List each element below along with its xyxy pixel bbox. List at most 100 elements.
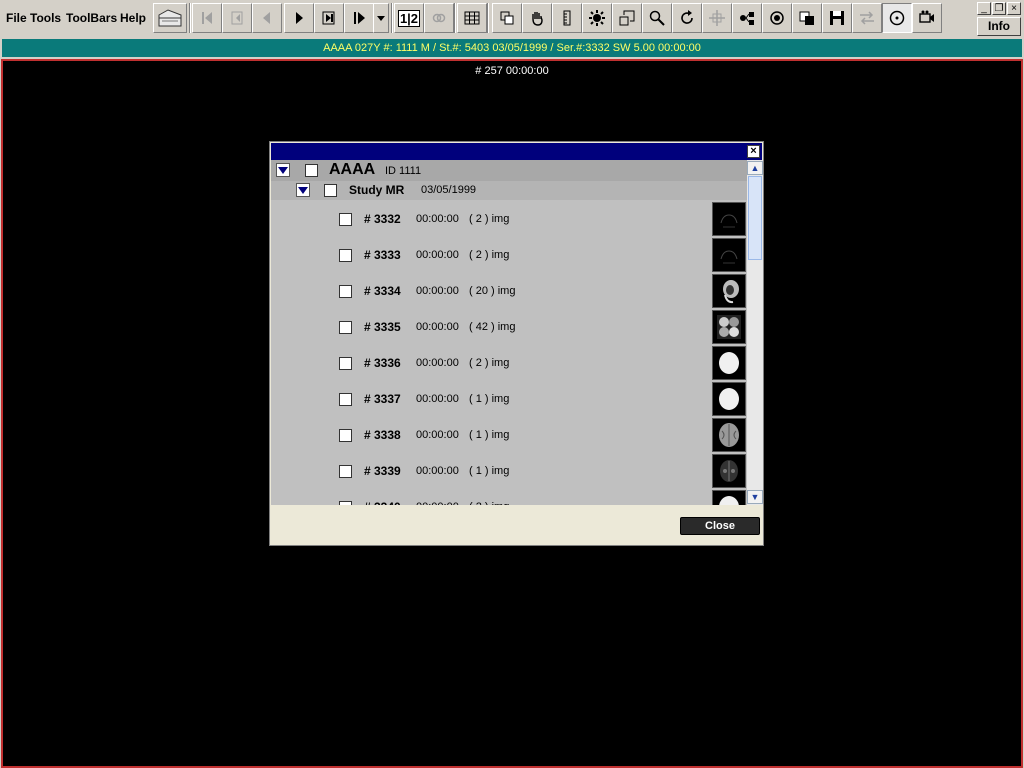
copy-button[interactable] [792, 3, 822, 33]
series-checkbox[interactable] [339, 213, 352, 226]
series-tree: AAAA ID 1111 Study MR 03/05/1999 # 3332 0… [271, 160, 747, 505]
layout-button[interactable]: 1|2 [394, 3, 424, 33]
expand-down-icon [278, 167, 288, 174]
prev-image-icon [263, 12, 270, 24]
link-button[interactable] [424, 3, 454, 33]
series-image-count: ( 42 ) img [469, 321, 516, 333]
series-thumbnail[interactable] [712, 382, 746, 416]
patient-checkbox[interactable] [305, 164, 318, 177]
ruler-button[interactable] [552, 3, 582, 33]
series-time: 00:00:00 [416, 321, 459, 333]
scroll-up-button[interactable]: ▲ [747, 161, 763, 175]
next-image-icon [354, 12, 365, 24]
pan-button[interactable] [522, 3, 552, 33]
next-series-button[interactable] [314, 3, 344, 33]
series-thumbnail[interactable] [712, 202, 746, 236]
video-button[interactable] [912, 3, 942, 33]
menu-toolbar-bar: File Tools ToolBars Help 1|2 _ ❐ × Info [0, 0, 1024, 38]
series-row[interactable]: # 3336 00:00:00 ( 2 ) img [271, 345, 747, 381]
series-row[interactable]: # 3338 00:00:00 ( 1 ) img [271, 417, 747, 453]
series-row[interactable]: # 3333 00:00:00 ( 2 ) img [271, 237, 747, 273]
series-thumbnail[interactable] [712, 274, 746, 308]
close-icon: × [1011, 3, 1017, 14]
patient-name: AAAA [329, 161, 376, 178]
expand-down-icon [298, 187, 308, 194]
prev-image-button[interactable] [252, 3, 282, 33]
series-image-count: ( 2 ) img [469, 501, 509, 505]
resize-button[interactable] [612, 3, 642, 33]
stack-button[interactable] [492, 3, 522, 33]
series-row[interactable]: # 3337 00:00:00 ( 1 ) img [271, 381, 747, 417]
series-thumbnail[interactable] [712, 310, 746, 344]
zoom-button[interactable] [642, 3, 672, 33]
minimize-button[interactable]: _ [977, 2, 991, 15]
target-icon [770, 11, 784, 25]
series-thumbnail[interactable] [712, 454, 746, 488]
series-thumbnail[interactable] [712, 490, 746, 505]
series-row[interactable]: # 3339 00:00:00 ( 1 ) img [271, 453, 747, 489]
series-time: 00:00:00 [416, 249, 459, 261]
network-button[interactable] [732, 3, 762, 33]
close-icon: × [750, 145, 757, 157]
menu-tools[interactable]: Tools [30, 11, 61, 25]
restore-button[interactable]: ❐ [992, 2, 1006, 15]
first-image-button[interactable] [192, 3, 222, 33]
settings-button[interactable] [582, 3, 612, 33]
series-thumbnail[interactable] [712, 346, 746, 380]
patient-id: ID 1111 [385, 165, 422, 177]
series-scrollbar[interactable]: ▲ ▼ [747, 160, 763, 505]
crosshair-button[interactable] [702, 3, 732, 33]
series-thumbnail[interactable] [712, 418, 746, 452]
study-date: 03/05/1999 [421, 184, 477, 196]
scroll-thumb[interactable] [748, 176, 762, 260]
rotate-button[interactable] [672, 3, 702, 33]
menu-toolbars[interactable]: ToolBars [66, 11, 117, 25]
target-button[interactable] [762, 3, 792, 33]
scroll-down-button[interactable]: ▼ [747, 490, 763, 504]
prev-series-button[interactable] [222, 3, 252, 33]
series-row[interactable]: # 3340 00:00:00 ( 2 ) img [271, 489, 747, 505]
dialog-close-x-button[interactable]: × [747, 145, 760, 158]
open-folder-button[interactable] [153, 3, 187, 33]
series-number: # 3339 [364, 464, 401, 478]
study-expand-toggle[interactable] [296, 183, 310, 197]
grid-button[interactable] [457, 3, 487, 33]
series-checkbox[interactable] [339, 321, 352, 334]
image-label: # 257 00:00:00 [475, 65, 549, 77]
dialog-title-bar[interactable]: × [271, 143, 762, 160]
series-checkbox[interactable] [339, 393, 352, 406]
save-icon [830, 11, 844, 25]
circle-icon [889, 10, 905, 26]
series-image-count: ( 1 ) img [469, 465, 510, 477]
menu-file[interactable]: File [6, 11, 27, 25]
save-button[interactable] [822, 3, 852, 33]
series-number: # 3338 [364, 428, 401, 442]
series-checkbox[interactable] [339, 429, 352, 442]
first-image-icon [202, 12, 212, 24]
series-thumbnail[interactable] [712, 238, 746, 272]
series-checkbox[interactable] [339, 501, 352, 505]
info-button[interactable]: Info [977, 17, 1021, 36]
circle-button[interactable] [882, 3, 912, 33]
series-image-count: ( 2 ) img [469, 249, 510, 261]
series-row[interactable]: # 3332 00:00:00 ( 2 ) img [271, 201, 747, 237]
close-button[interactable]: Close [680, 517, 760, 535]
study-label: Study MR [349, 183, 405, 197]
series-row[interactable]: # 3334 00:00:00 ( 20 ) img [271, 273, 747, 309]
play-button[interactable] [284, 3, 314, 33]
series-checkbox[interactable] [339, 285, 352, 298]
series-time: 00:00:00 [416, 213, 459, 225]
window-close-button[interactable]: × [1007, 2, 1021, 15]
sync-button[interactable] [852, 3, 882, 33]
next-image-button[interactable] [344, 3, 374, 33]
dropdown-button[interactable] [373, 3, 389, 33]
resize-icon [619, 10, 635, 26]
series-row[interactable]: # 3335 00:00:00 ( 42 ) img [271, 309, 747, 345]
menu-help[interactable]: Help [120, 11, 146, 25]
chevron-down-icon: ▼ [750, 492, 760, 502]
series-checkbox[interactable] [339, 465, 352, 478]
study-checkbox[interactable] [324, 184, 337, 197]
patient-expand-toggle[interactable] [276, 163, 290, 177]
series-checkbox[interactable] [339, 249, 352, 262]
series-checkbox[interactable] [339, 357, 352, 370]
